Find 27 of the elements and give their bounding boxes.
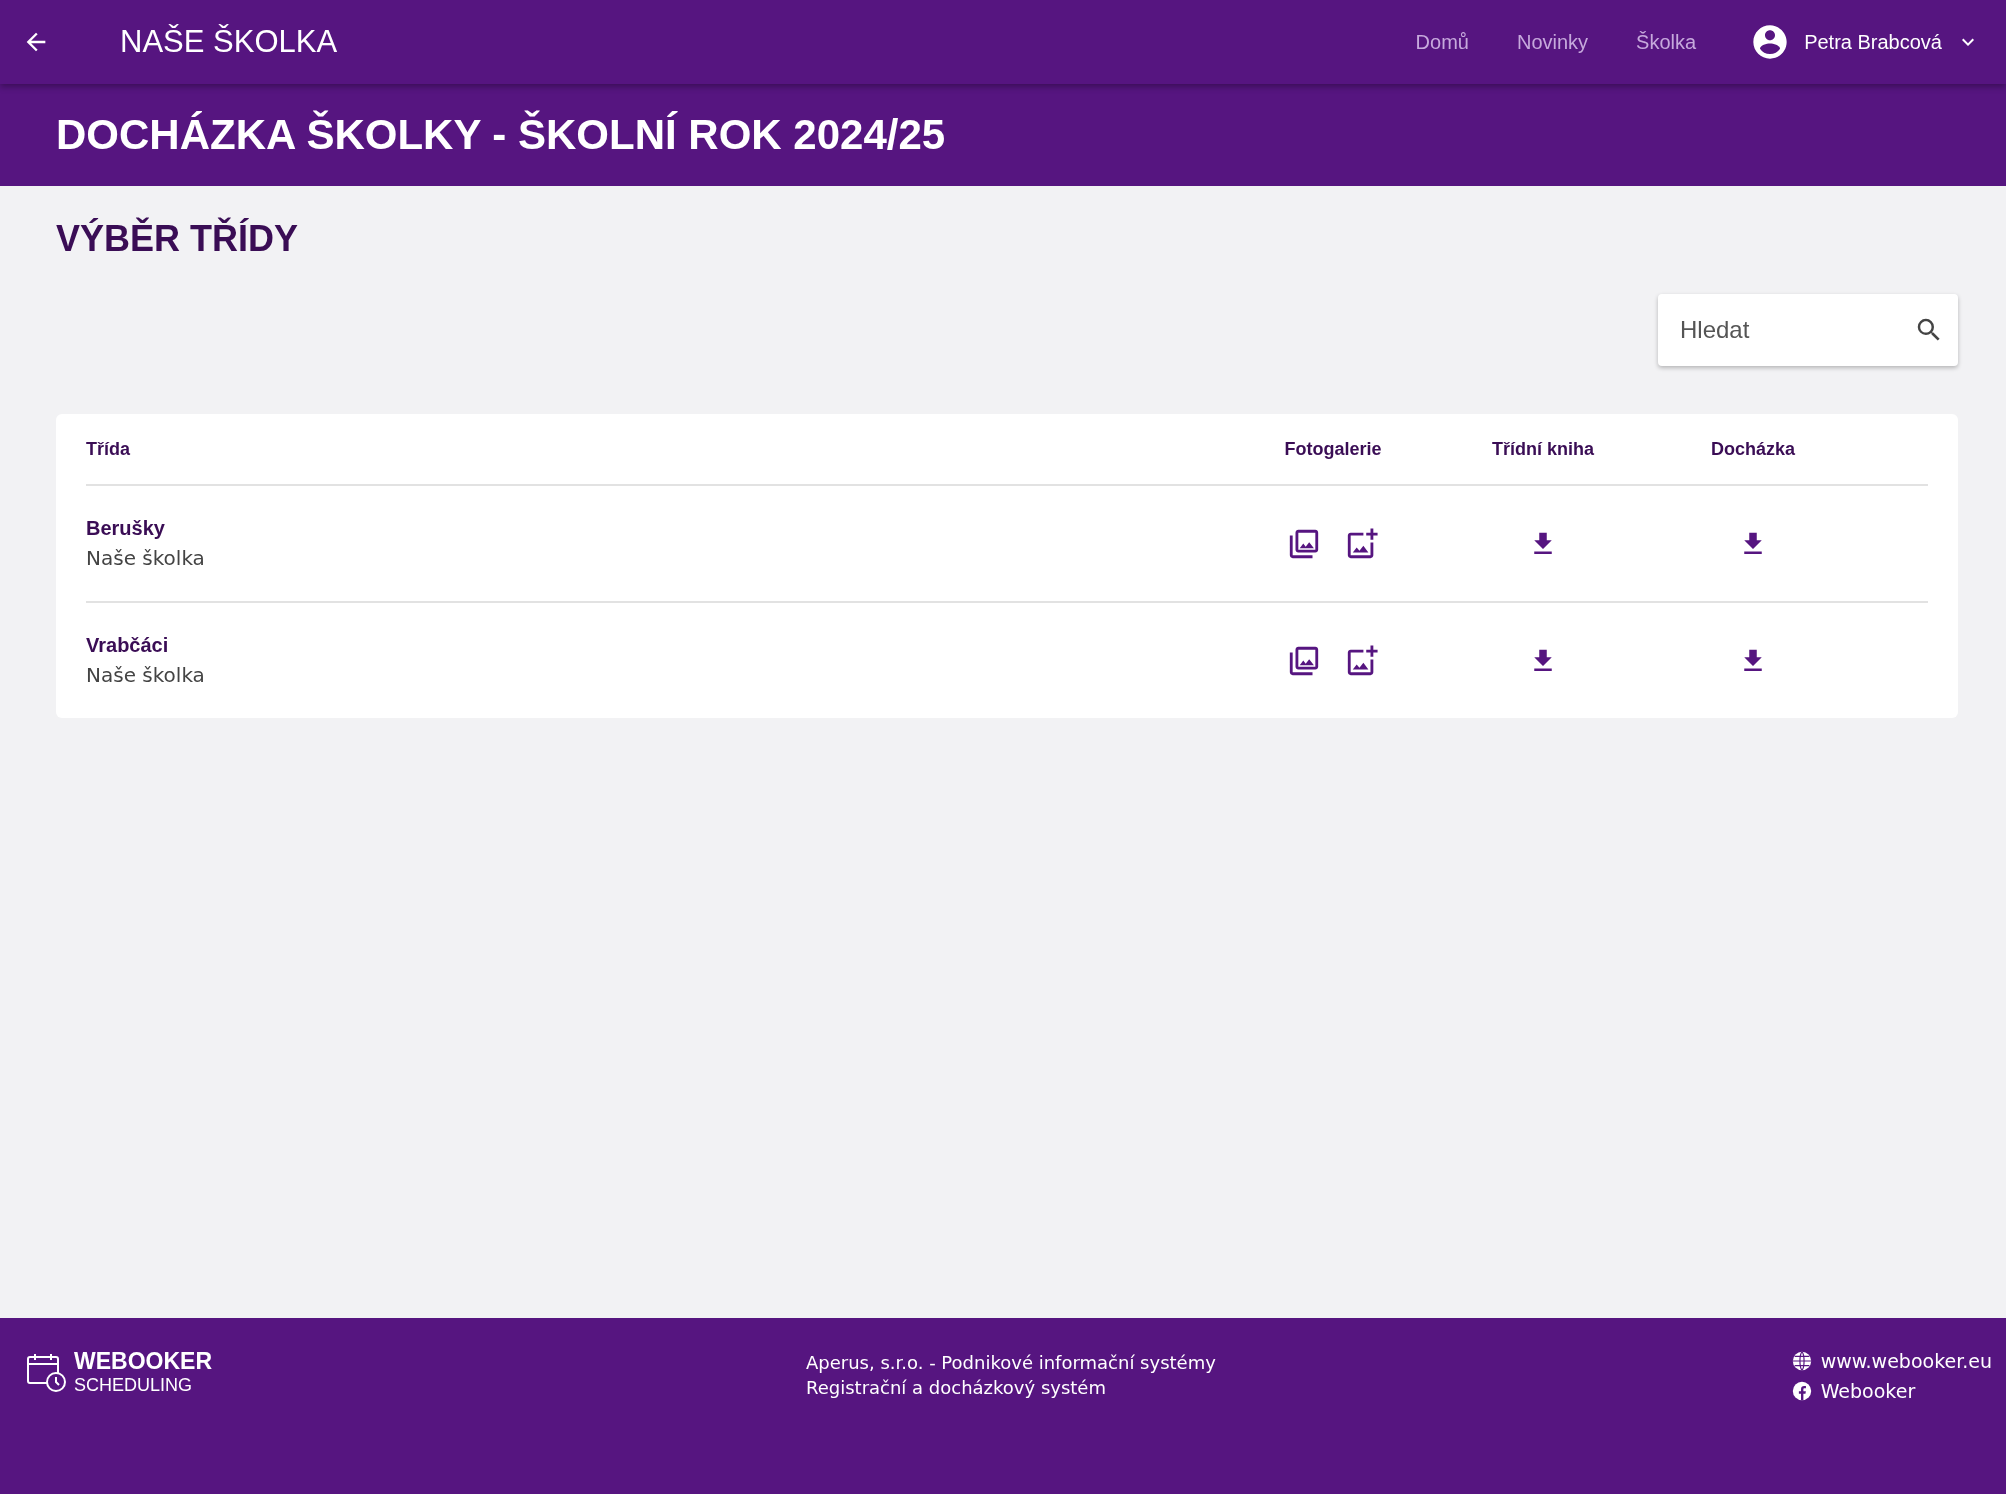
page-title: DOCHÁZKA ŠKOLKY - ŠKOLNÍ ROK 2024/25 <box>56 111 946 159</box>
section-title: VÝBĚR TŘÍDY <box>56 218 300 260</box>
brand-subtitle: SCHEDULING <box>74 1375 194 1396</box>
facebook-icon <box>1790 1380 1813 1402</box>
footer-link[interactable]: www.webooker.eu <box>1790 1350 1992 1372</box>
footer-text: Registrační a docházkový systém <box>806 1377 1107 1398</box>
column-header: Třídní kniha <box>1492 438 1594 460</box>
nav-link[interactable]: Domů <box>1415 30 1469 54</box>
add-photo-icon <box>1345 643 1379 678</box>
nav-link[interactable]: Novinky <box>1516 30 1589 54</box>
class-name: Vrabčáci <box>86 634 170 657</box>
globe-icon <box>1790 1350 1813 1372</box>
search-field[interactable]: Hledat <box>1658 294 1958 366</box>
user-menu[interactable]: Petra Brabcová <box>1744 21 1986 63</box>
add-photo-icon <box>1345 526 1379 561</box>
footer-text: Aperus, s.r.o. - Podnikové informační systémy <box>806 1352 1217 1373</box>
nav-link[interactable]: Školka <box>1636 30 1697 54</box>
school-name: Naše školka <box>86 663 206 687</box>
column-header: Třída <box>86 438 130 459</box>
class-name: Berušky <box>86 517 166 540</box>
column-header: Fotogalerie <box>1284 438 1382 460</box>
school-name: Naše školka <box>86 546 206 570</box>
brand-name: WEBOOKER <box>74 1348 212 1375</box>
column-header: Docházka <box>1710 438 1795 460</box>
calendar-clock-icon <box>26 1352 66 1392</box>
footer-link[interactable]: Webooker <box>1790 1380 1992 1402</box>
app-title: NAŠE ŠKOLKA <box>120 24 338 60</box>
